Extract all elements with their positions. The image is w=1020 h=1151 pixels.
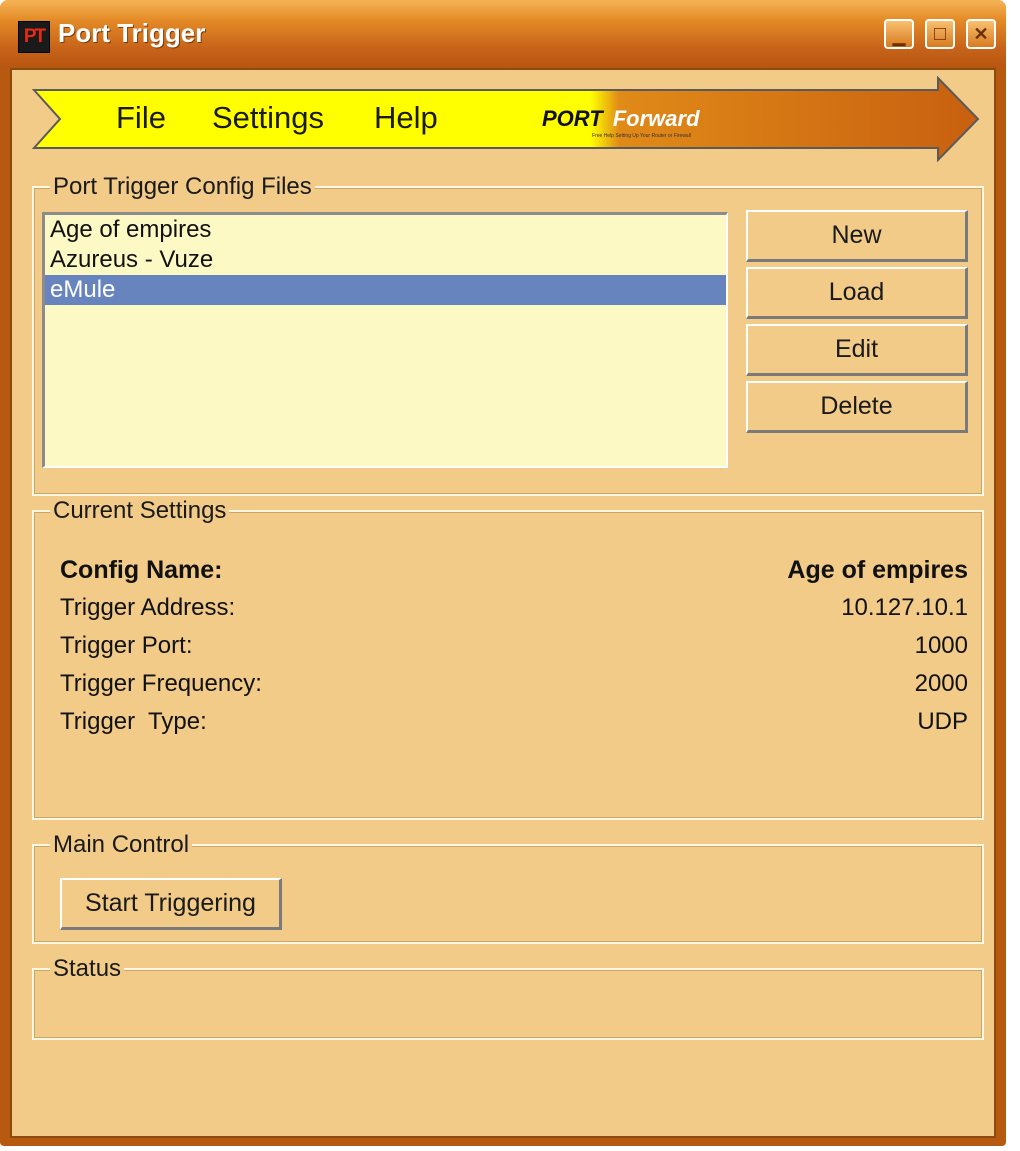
config-files-list[interactable]: Age of empires Azureus - Vuze eMule	[42, 212, 728, 468]
config-name-row: Config Name: Age of empires	[60, 556, 968, 592]
maximize-icon: □	[933, 22, 947, 45]
close-button[interactable]: ✕	[966, 19, 996, 49]
config-files-legend: Port Trigger Config Files	[50, 173, 315, 201]
current-settings-group: Current Settings Config Name: Age of emp…	[32, 497, 984, 820]
trigger-frequency-row: Trigger Frequency: 2000	[60, 670, 968, 706]
trigger-type-row: Trigger Type: UDP	[60, 708, 968, 744]
config-files-group: Port Trigger Config Files Age of empires…	[32, 173, 984, 496]
trigger-frequency-value: 2000	[914, 670, 968, 697]
close-icon: ✕	[973, 23, 989, 44]
current-settings-legend: Current Settings	[50, 497, 230, 525]
trigger-port-row: Trigger Port: 1000	[60, 632, 968, 668]
trigger-type-label: Trigger Type:	[60, 708, 207, 735]
new-button[interactable]: New	[746, 210, 968, 262]
app-icon: PT	[18, 21, 50, 53]
client-area: File Settings Help PORT Forward Free Help…	[10, 68, 996, 1138]
portforward-logo: PORT Forward	[542, 106, 700, 131]
trigger-address-label: Trigger Address:	[60, 594, 236, 621]
main-control-legend: Main Control	[50, 831, 193, 859]
menu-settings[interactable]: Settings	[212, 100, 324, 136]
maximize-button[interactable]: □	[925, 19, 955, 49]
status-group: Status	[32, 955, 984, 1040]
menu-file[interactable]: File	[116, 100, 166, 136]
menu-banner: File Settings Help PORT Forward Free Help…	[32, 76, 992, 162]
trigger-address-row: Trigger Address: 10.127.10.1	[60, 594, 968, 630]
list-item-selected[interactable]: eMule	[45, 275, 726, 305]
trigger-port-value: 1000	[914, 632, 968, 659]
trigger-address-value: 10.127.10.1	[841, 594, 968, 621]
list-item[interactable]: Azureus - Vuze	[45, 245, 726, 275]
minimize-button[interactable]: ▁	[884, 19, 914, 49]
list-item[interactable]: Age of empires	[45, 215, 726, 245]
main-control-group: Main Control Start Triggering	[32, 831, 984, 944]
edit-button[interactable]: Edit	[746, 324, 968, 376]
menu-help[interactable]: Help	[374, 100, 438, 136]
logo-tagline: Free Help Setting Up Your Router or Fire…	[592, 133, 691, 139]
start-triggering-button[interactable]: Start Triggering	[60, 878, 282, 930]
config-name-value: Age of empires	[787, 556, 968, 584]
status-legend: Status	[50, 955, 125, 983]
trigger-type-value: UDP	[917, 708, 968, 735]
load-button[interactable]: Load	[746, 267, 968, 319]
trigger-port-label: Trigger Port:	[60, 632, 193, 659]
app-window: PT Port Trigger ▁ □ ✕ File Settings Help…	[0, 0, 1006, 1146]
trigger-frequency-label: Trigger Frequency:	[60, 670, 262, 697]
title-bar[interactable]: PT Port Trigger ▁ □ ✕	[0, 0, 1006, 68]
minimize-icon: ▁	[892, 29, 906, 46]
banner-arrow-graphic	[32, 76, 980, 162]
delete-button[interactable]: Delete	[746, 381, 968, 433]
config-name-label: Config Name:	[60, 556, 223, 584]
window-title: Port Trigger	[58, 18, 206, 48]
